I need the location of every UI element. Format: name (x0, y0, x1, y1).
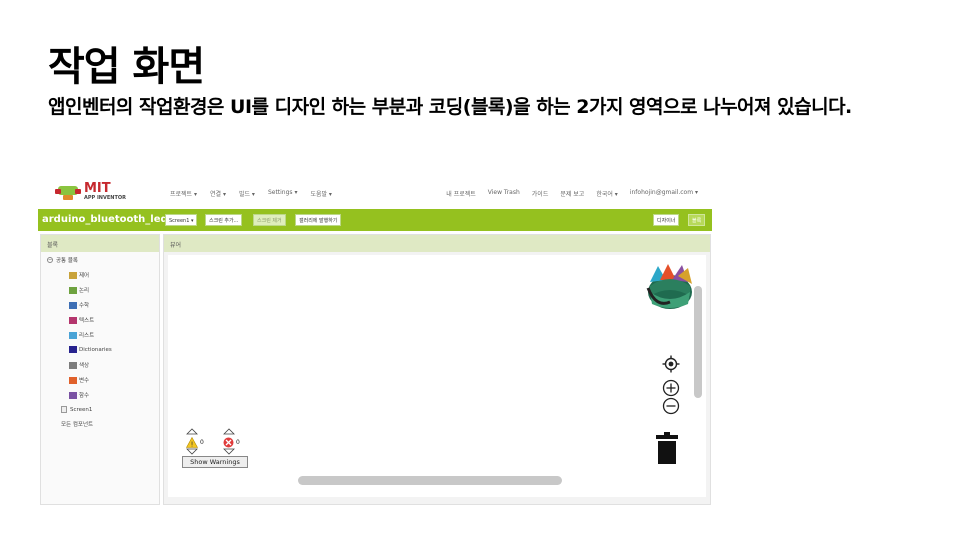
vertical-scrollbar[interactable] (694, 286, 702, 398)
top-navigation-bar: MIT APP INVENTOR 프로젝트 ▾ 연결 ▾ 빌드 ▾ Settin… (38, 177, 712, 209)
my-projects-link[interactable]: 내 프로젝트 (446, 189, 476, 198)
block-category-dictionaries[interactable]: Dictionaries (69, 346, 112, 353)
builtin-blocks-node[interactable]: − 공통 블록 (47, 256, 78, 264)
language-select[interactable]: 한국어 ▾ (596, 189, 617, 198)
warning-icon: ! (186, 437, 198, 448)
zoom-in-icon[interactable] (662, 379, 680, 397)
block-category-label: 논리 (79, 288, 90, 294)
block-category-label: 제어 (79, 273, 90, 279)
blocks-workspace-canvas[interactable]: ! 0 0 Show Warnings (168, 255, 706, 497)
menu-help[interactable]: 도움말 ▾ (310, 189, 331, 198)
recenter-icon[interactable] (662, 355, 680, 373)
math-color-icon (69, 301, 77, 309)
warning-down-arrow-icon[interactable] (186, 448, 198, 455)
lists-color-icon (69, 331, 77, 339)
logic-color-icon (69, 286, 77, 294)
block-category-control[interactable]: 제어 (69, 271, 89, 279)
control-color-icon (69, 271, 77, 279)
blocks-panel-title: 블록 (41, 235, 159, 252)
dictionaries-color-icon (69, 346, 77, 353)
error-down-arrow-icon[interactable] (223, 448, 235, 455)
block-category-label: 수학 (79, 303, 90, 309)
block-category-label: 텍스트 (79, 318, 95, 324)
publish-gallery-button[interactable]: 갤러리에 발행하기 (295, 214, 342, 226)
zoom-out-icon[interactable] (662, 397, 680, 415)
menu-build[interactable]: 빌드 ▾ (239, 189, 255, 198)
block-category-lists[interactable]: 리스트 (69, 331, 94, 339)
screen-icon (61, 406, 67, 413)
block-category-label: 색상 (79, 363, 90, 369)
logo-mit-text: MIT (84, 181, 111, 196)
app-inventor-screenshot: MIT APP INVENTOR 프로젝트 ▾ 연결 ▾ 빌드 ▾ Settin… (38, 177, 712, 505)
add-screen-button[interactable]: 스크린 추가... (205, 214, 243, 226)
errors-count: 0 (236, 439, 240, 446)
menu-settings[interactable]: Settings ▾ (268, 189, 298, 198)
block-category-math[interactable]: 수학 (69, 301, 89, 309)
text-color-icon (69, 316, 77, 324)
project-name: arduino_bluetooth_led (42, 214, 168, 225)
error-up-arrow-icon[interactable] (223, 428, 235, 435)
blocks-panel: 블록 − 공통 블록 제어 논리 수학 텍스트 리스트 Dictionaries… (40, 234, 160, 505)
block-category-variables[interactable]: 변수 (69, 376, 89, 384)
viewer-title: 뷰어 (164, 235, 710, 252)
variables-color-icon (69, 376, 77, 384)
slide-title: 작업 화면 (48, 44, 205, 90)
designer-button[interactable]: 디자이너 (653, 214, 680, 226)
trash-icon[interactable] (656, 432, 678, 464)
block-category-label: 변수 (79, 378, 90, 384)
account-menu: 내 프로젝트 View Trash 가이드 문제 보고 한국어 ▾ infoho… (434, 189, 698, 198)
logo-subtitle: APP INVENTOR (84, 195, 126, 201)
main-menu: 프로젝트 ▾ 연결 ▾ 빌드 ▾ Settings ▾ 도움말 ▾ (170, 189, 345, 198)
procedures-color-icon (69, 391, 77, 399)
block-category-colors[interactable]: 색상 (69, 361, 89, 369)
screen-select[interactable]: Screen1 ▾ (165, 214, 198, 226)
account-email[interactable]: infohojin@gmail.com ▾ (630, 189, 698, 198)
menu-connect[interactable]: 연결 ▾ (210, 189, 226, 198)
error-icon (223, 437, 234, 448)
block-category-procedures[interactable]: 함수 (69, 391, 89, 399)
view-trash-link[interactable]: View Trash (488, 189, 520, 198)
blocks-button[interactable]: 블록 (688, 214, 706, 226)
all-components-label: 모든 컴포넌트 (61, 422, 94, 428)
all-components-node[interactable]: 모든 컴포넌트 (61, 420, 93, 428)
project-toolbar: arduino_bluetooth_led Screen1 ▾ 스크린 추가..… (38, 209, 712, 231)
block-category-text[interactable]: 텍스트 (69, 316, 94, 324)
screen1-label: Screen1 (70, 406, 93, 413)
block-category-label: 리스트 (79, 333, 95, 339)
builtin-blocks-label: 공통 블록 (56, 258, 78, 264)
remove-screen-button[interactable]: 스크린 제거 (253, 214, 286, 226)
warnings-count: 0 (200, 439, 204, 446)
svg-text:!: ! (191, 441, 194, 449)
report-issue-link[interactable]: 문제 보고 (560, 189, 584, 198)
colors-color-icon (69, 361, 77, 369)
slide-description: 앱인벤터의 작업환경은 UI를 디자인 하는 부분과 코딩(블록)을 하는 2가… (48, 96, 852, 118)
blocks-viewer: 뷰어 ! 0 0 Show Warnings (163, 234, 711, 505)
horizontal-scrollbar[interactable] (298, 476, 562, 485)
block-category-label: 함수 (79, 393, 90, 399)
backpack-icon[interactable] (644, 262, 696, 312)
mit-app-inventor-logo[interactable]: MIT APP INVENTOR (54, 181, 144, 205)
collapse-icon[interactable]: − (47, 257, 53, 263)
menu-project[interactable]: 프로젝트 ▾ (170, 189, 197, 198)
screen1-node[interactable]: Screen1 (61, 406, 92, 413)
guide-link[interactable]: 가이드 (532, 189, 549, 198)
app-inventor-logo-icon (55, 186, 81, 200)
warning-up-arrow-icon[interactable] (186, 428, 198, 435)
show-warnings-button[interactable]: Show Warnings (182, 456, 248, 468)
block-category-label: Dictionaries (79, 346, 112, 353)
block-category-logic[interactable]: 논리 (69, 286, 89, 294)
